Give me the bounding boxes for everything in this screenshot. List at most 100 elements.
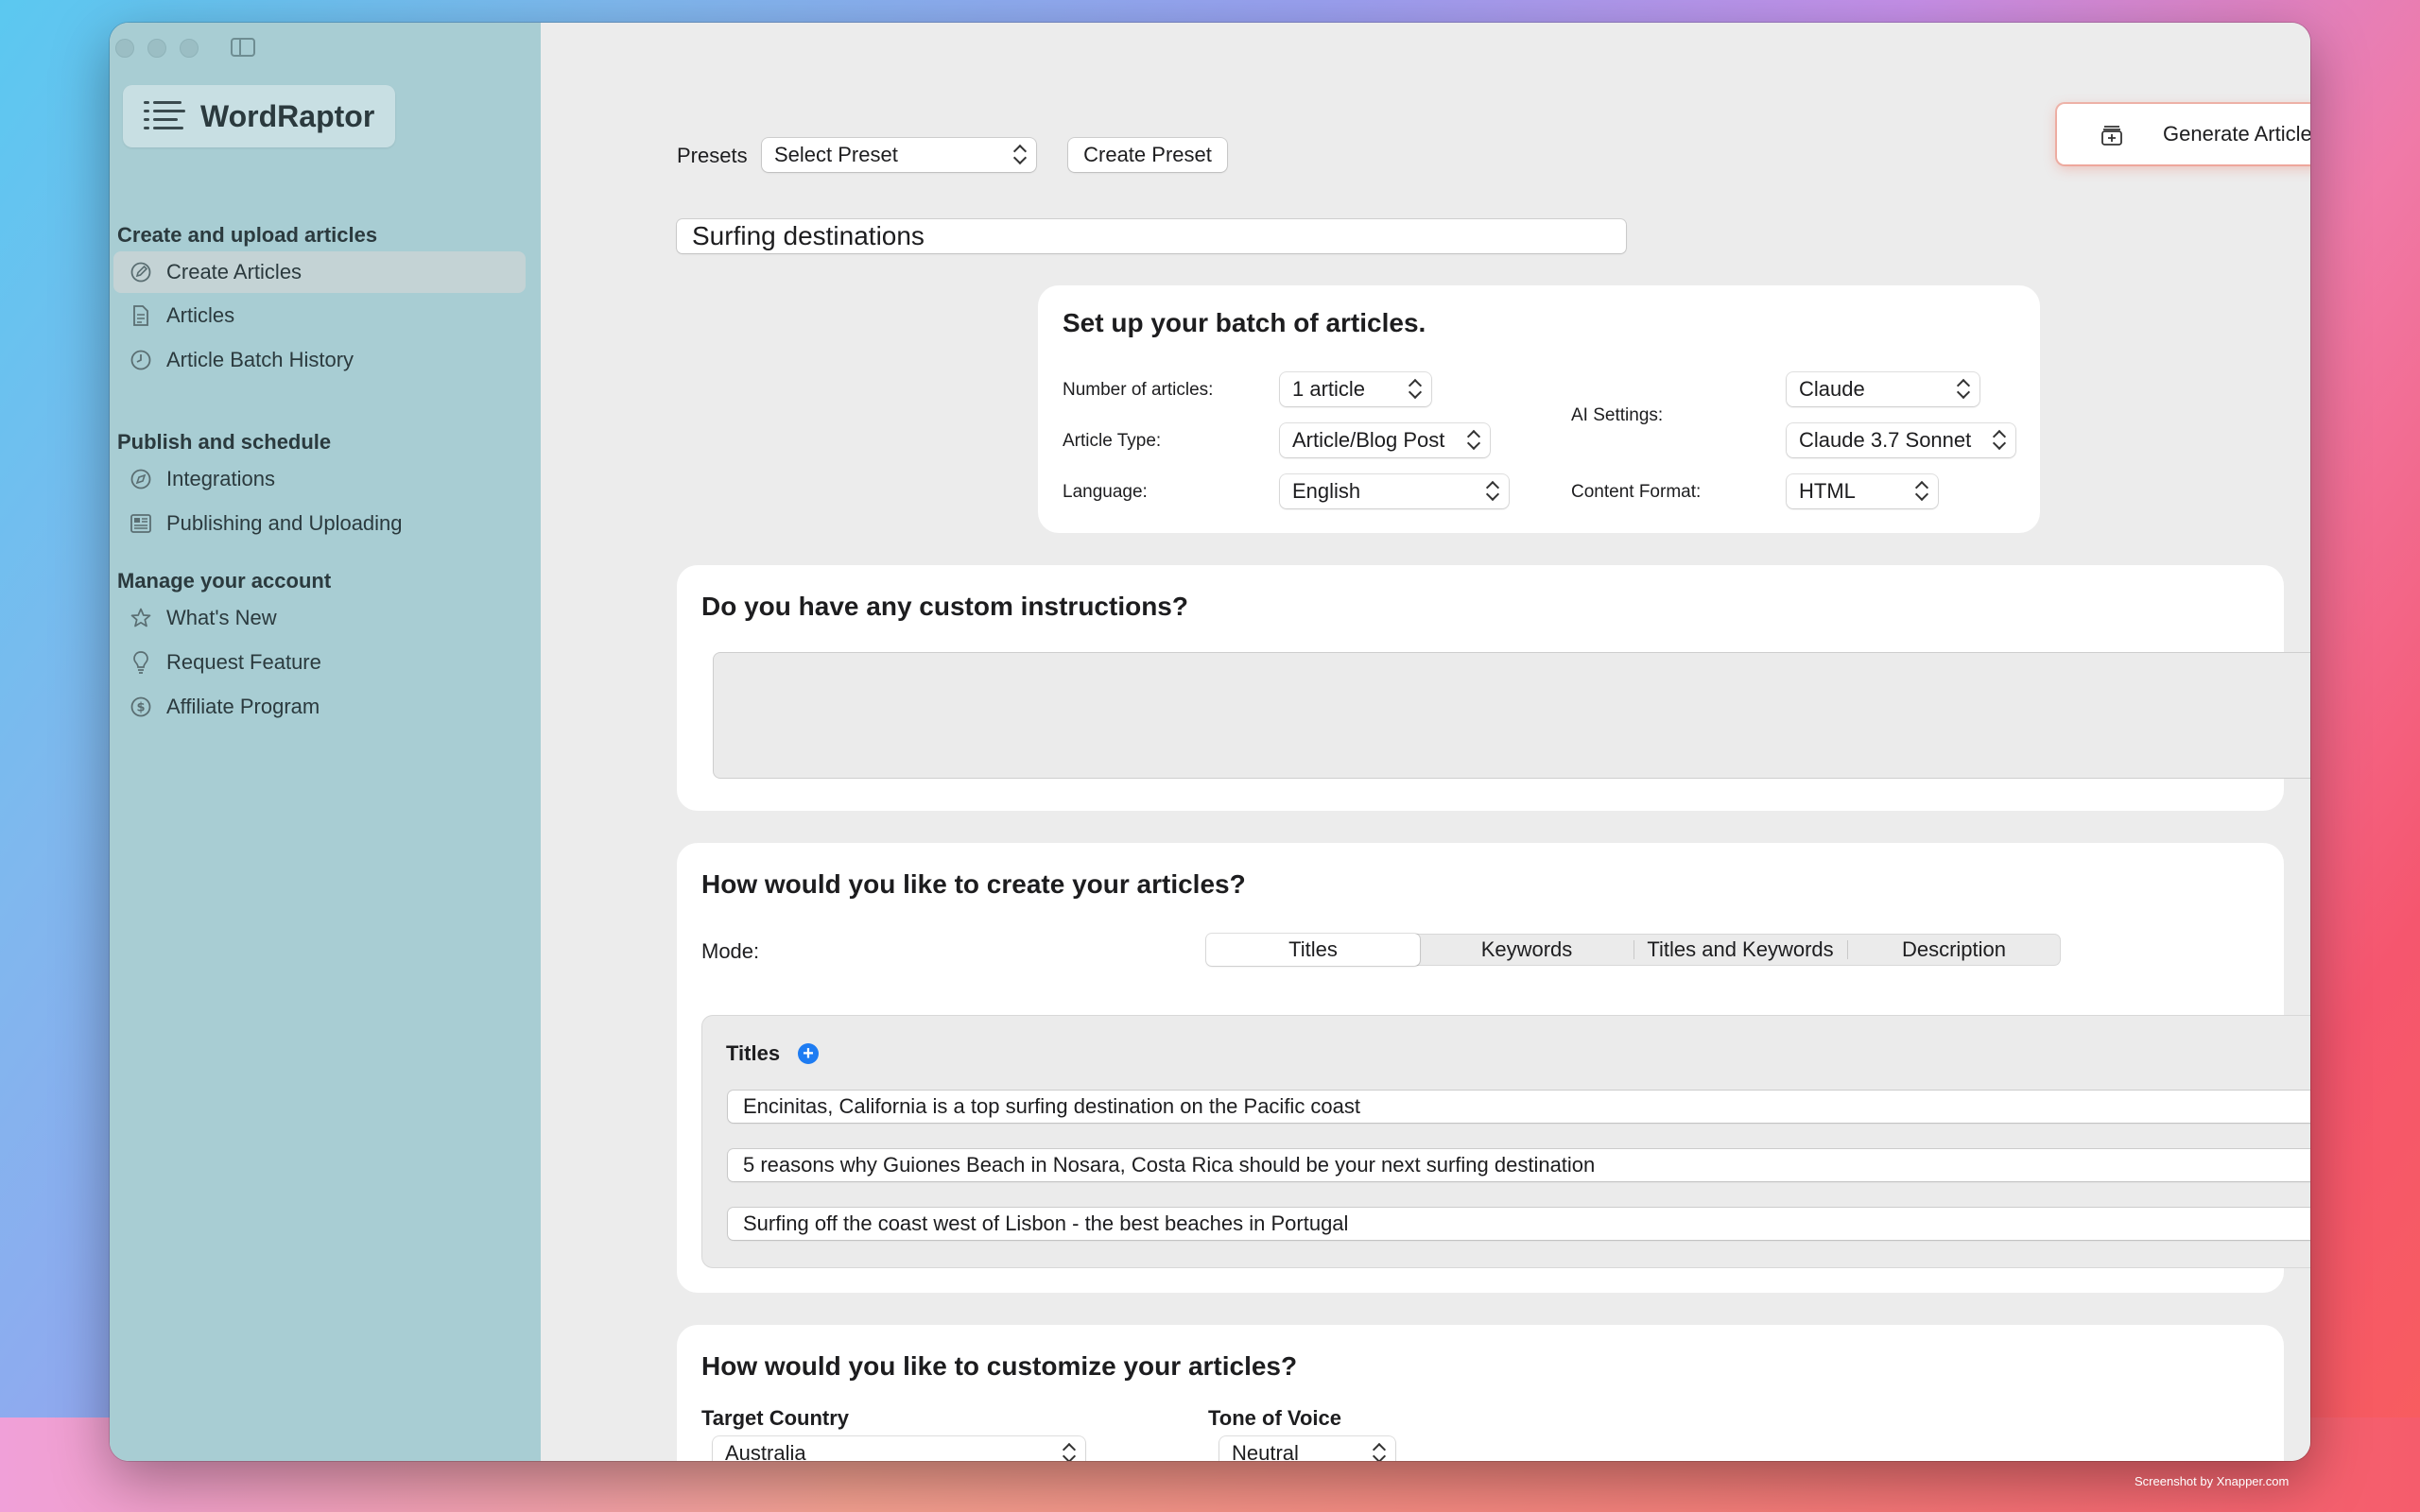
mode-segmented-control: Titles Keywords Titles and Keywords Desc… <box>1206 934 2061 966</box>
sidebar-item-label: Article Batch History <box>166 348 354 371</box>
sidebar-item-label: Articles <box>166 303 235 327</box>
language-select[interactable]: English <box>1280 474 1509 508</box>
presets-label: Presets <box>677 144 748 167</box>
sidebar-item-label: Request Feature <box>166 650 321 674</box>
main-content: Presets Select Preset Create Preset Gene… <box>541 23 2310 1461</box>
app-window: WordRaptor Create and upload articles Cr… <box>110 23 2310 1461</box>
content-format-select[interactable]: HTML <box>1787 474 1938 508</box>
language-label: Language: <box>1063 482 1148 502</box>
generate-articles-button[interactable]: Generate Articles <box>2057 104 2310 164</box>
app-name: WordRaptor <box>200 98 375 133</box>
num-articles-value: 1 article <box>1292 377 1366 401</box>
preset-select-value: Select Preset <box>774 143 898 166</box>
mode-keywords-tab[interactable]: Keywords <box>1420 934 1634 966</box>
sidebar-item-integrations[interactable]: Integrations <box>113 458 526 500</box>
generate-icon <box>2099 121 2125 147</box>
lightbulb-icon <box>129 650 153 675</box>
sidebar-toggle-icon[interactable] <box>231 38 255 57</box>
custom-instructions-card: Do you have any custom instructions? <box>677 565 2310 811</box>
sidebar: WordRaptor Create and upload articles Cr… <box>110 23 541 1461</box>
ai-model-select[interactable]: Claude 3.7 Sonnet <box>1787 423 2015 457</box>
sidebar-item-request-feature[interactable]: Request Feature <box>113 642 526 683</box>
sidebar-item-affiliate-program[interactable]: $ Affiliate Program <box>113 686 526 728</box>
clock-icon <box>129 348 153 372</box>
ai-provider-value: Claude <box>1799 377 1865 401</box>
chevron-updown-icon <box>1467 429 1480 452</box>
add-title-icon[interactable]: + <box>798 1043 819 1064</box>
titles-label: Titles <box>726 1041 781 1065</box>
tone-of-voice-label: Tone of Voice <box>1208 1406 1341 1430</box>
setup-card: Set up your batch of articles. Number of… <box>1038 285 2040 533</box>
sidebar-item-label: Affiliate Program <box>166 695 320 718</box>
title-input-3[interactable]: Surfing off the coast west of Lisbon - t… <box>728 1208 2310 1240</box>
zoom-window-button[interactable] <box>180 39 199 58</box>
sidebar-item-articles[interactable]: Articles <box>113 295 526 336</box>
sidebar-item-label: Create Articles <box>166 260 302 284</box>
target-country-value: Australia <box>725 1441 806 1461</box>
custom-instructions-textarea[interactable] <box>713 652 2310 779</box>
sidebar-item-label: Publishing and Uploading <box>166 511 403 535</box>
chevron-updown-icon <box>1409 378 1422 401</box>
chevron-updown-icon <box>1373 1442 1386 1461</box>
mode-label: Mode: <box>701 939 760 963</box>
num-articles-label: Number of articles: <box>1063 380 1214 400</box>
article-type-select[interactable]: Article/Blog Post <box>1280 423 1490 457</box>
article-type-label: Article Type: <box>1063 431 1162 451</box>
dollar-circle-icon: $ <box>129 695 153 719</box>
target-country-label: Target Country <box>701 1406 850 1430</box>
chevron-updown-icon <box>1957 378 1970 401</box>
mode-titles-and-keywords-tab[interactable]: Titles and Keywords <box>1634 934 1847 966</box>
generate-articles-label: Generate Articles <box>2163 122 2310 146</box>
mode-titles-tab[interactable]: Titles <box>1206 934 1420 966</box>
mode-description-tab[interactable]: Description <box>1847 934 2061 966</box>
setup-title: Set up your batch of articles. <box>1063 308 1426 337</box>
sidebar-section-publish: Publish and schedule <box>117 430 332 454</box>
sidebar-section-account: Manage your account <box>117 569 332 593</box>
logo-lines-icon <box>144 99 185 133</box>
customize-title: How would you like to customize your art… <box>701 1351 1298 1381</box>
sidebar-item-whats-new[interactable]: What's New <box>113 597 526 639</box>
star-icon <box>129 606 153 630</box>
preset-select[interactable]: Select Preset <box>762 138 1036 172</box>
window-controls <box>115 39 199 58</box>
tone-of-voice-select[interactable]: Neutral <box>1219 1436 1395 1461</box>
compass-icon <box>129 467 153 491</box>
sidebar-item-publishing[interactable]: Publishing and Uploading <box>113 503 526 544</box>
chevron-updown-icon <box>1993 429 2006 452</box>
sidebar-item-label: What's New <box>166 606 277 629</box>
close-window-button[interactable] <box>115 39 134 58</box>
ai-model-value: Claude 3.7 Sonnet <box>1799 428 1972 452</box>
create-preset-button[interactable]: Create Preset <box>1068 138 1227 172</box>
custom-instructions-title: Do you have any custom instructions? <box>701 592 1188 621</box>
title-input-1[interactable]: Encinitas, California is a top surfing d… <box>728 1091 2310 1123</box>
chevron-updown-icon <box>1063 1442 1076 1461</box>
target-country-select[interactable]: Australia <box>713 1436 1085 1461</box>
sidebar-item-create-articles[interactable]: Create Articles <box>113 251 526 293</box>
sidebar-item-article-batch-history[interactable]: Article Batch History <box>113 339 526 381</box>
minimize-window-button[interactable] <box>147 39 166 58</box>
chevron-updown-icon <box>1486 480 1499 503</box>
newspaper-icon <box>129 511 153 536</box>
tone-of-voice-value: Neutral <box>1232 1441 1299 1461</box>
edit-circle-icon <box>129 260 153 284</box>
sidebar-section-create: Create and upload articles <box>117 223 378 247</box>
create-articles-title: How would you like to create your articl… <box>701 869 1246 899</box>
batch-name-input[interactable]: Surfing destinations <box>677 219 1626 253</box>
title-input-2[interactable]: 5 reasons why Guiones Beach in Nosara, C… <box>728 1149 2310 1181</box>
sidebar-item-label: Integrations <box>166 467 275 490</box>
document-icon <box>129 303 153 328</box>
ai-settings-label: AI Settings: <box>1571 405 1664 425</box>
ai-provider-select[interactable]: Claude <box>1787 372 1979 406</box>
num-articles-select[interactable]: 1 article <box>1280 372 1431 406</box>
svg-text:$: $ <box>136 701 145 715</box>
titles-panel: Titles + Encinitas, California is a top … <box>701 1015 2310 1268</box>
article-type-value: Article/Blog Post <box>1292 428 1445 452</box>
customize-card: How would you like to customize your art… <box>677 1325 2284 1461</box>
content-format-value: HTML <box>1799 479 1856 503</box>
content-format-label: Content Format: <box>1571 482 1702 502</box>
language-value: English <box>1292 479 1361 503</box>
watermark: Screenshot by Xnapper.com <box>2135 1474 2290 1488</box>
chevron-updown-icon <box>1013 144 1027 166</box>
app-logo: WordRaptor <box>123 85 395 147</box>
chevron-updown-icon <box>1915 480 1928 503</box>
